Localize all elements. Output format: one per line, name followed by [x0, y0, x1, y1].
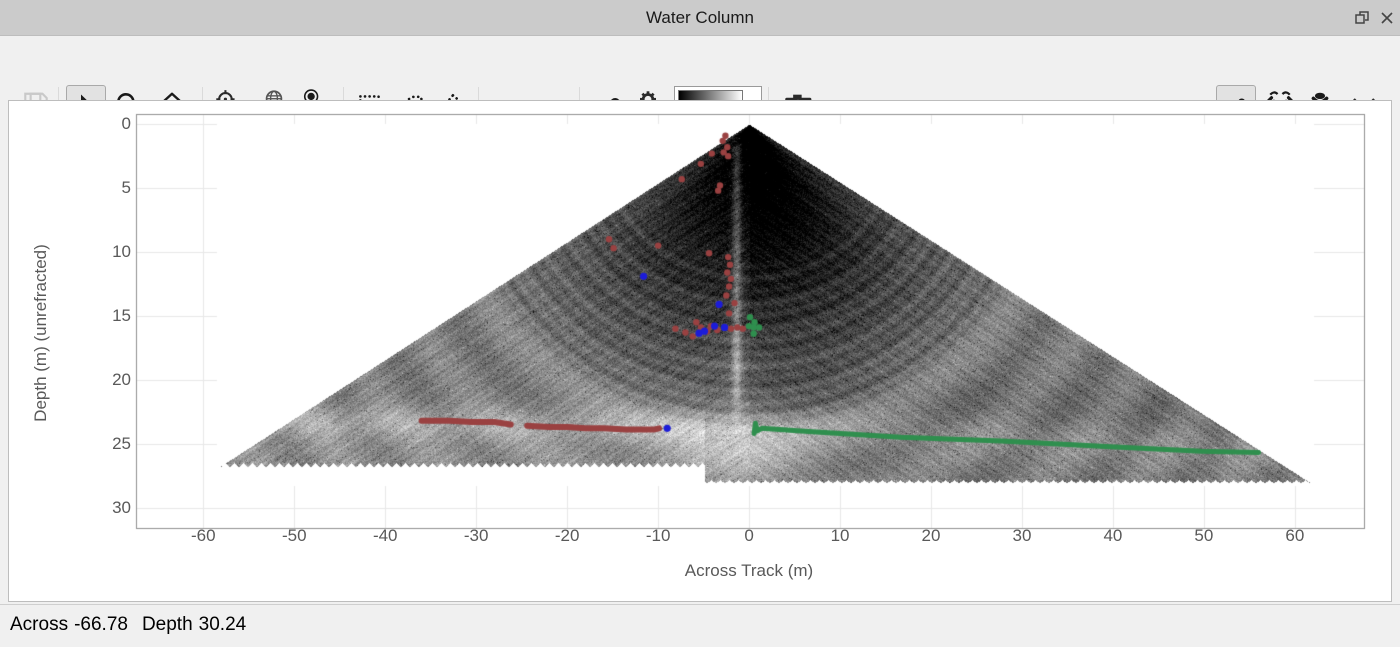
x-tick-label: 0	[719, 526, 779, 546]
y-tick-label: 0	[75, 114, 131, 134]
x-tick-label: 30	[992, 526, 1052, 546]
y-tick-label: 5	[75, 178, 131, 198]
y-tick-label: 25	[75, 434, 131, 454]
across-value: -66.78	[74, 614, 128, 635]
x-tick-label: -30	[446, 526, 506, 546]
y-axis-title: Depth (m) (unrefracted)	[31, 223, 51, 443]
across-label: Across	[10, 614, 68, 635]
float-window-button[interactable]	[1352, 8, 1372, 28]
depth-label: Depth	[142, 614, 193, 635]
window-titlebar[interactable]: Water Column	[0, 0, 1400, 36]
y-tick-label: 30	[75, 498, 131, 518]
cursor-position-readout: Across -66.78 Depth 30.24	[10, 614, 252, 636]
water-column-plot-panel: -60 -50 -40 -30 -20 -10 0 10 20 30 40 50 60 0 5 10 15 20 2…	[8, 100, 1392, 602]
x-tick-label: -50	[264, 526, 324, 546]
toolbar	[0, 37, 1400, 100]
x-tick-label: -10	[628, 526, 688, 546]
x-tick-label: 60	[1265, 526, 1325, 546]
x-tick-label: 40	[1083, 526, 1143, 546]
close-button[interactable]	[1377, 8, 1397, 28]
float-window-icon	[1353, 9, 1371, 27]
y-tick-label: 10	[75, 242, 131, 262]
close-icon	[1378, 9, 1396, 27]
x-tick-label: -20	[537, 526, 597, 546]
x-axis-title: Across Track (m)	[549, 561, 949, 581]
depth-value: 30.24	[199, 614, 247, 635]
x-tick-label: -60	[173, 526, 233, 546]
y-tick-label: 15	[75, 306, 131, 326]
y-tick-label: 20	[75, 370, 131, 390]
x-tick-label: 10	[810, 526, 870, 546]
window-title: Water Column	[0, 0, 1400, 36]
statusbar: Across -66.78 Depth 30.24	[0, 604, 1400, 647]
x-tick-label: -40	[355, 526, 415, 546]
x-tick-label: 50	[1174, 526, 1234, 546]
x-tick-label: 20	[901, 526, 961, 546]
